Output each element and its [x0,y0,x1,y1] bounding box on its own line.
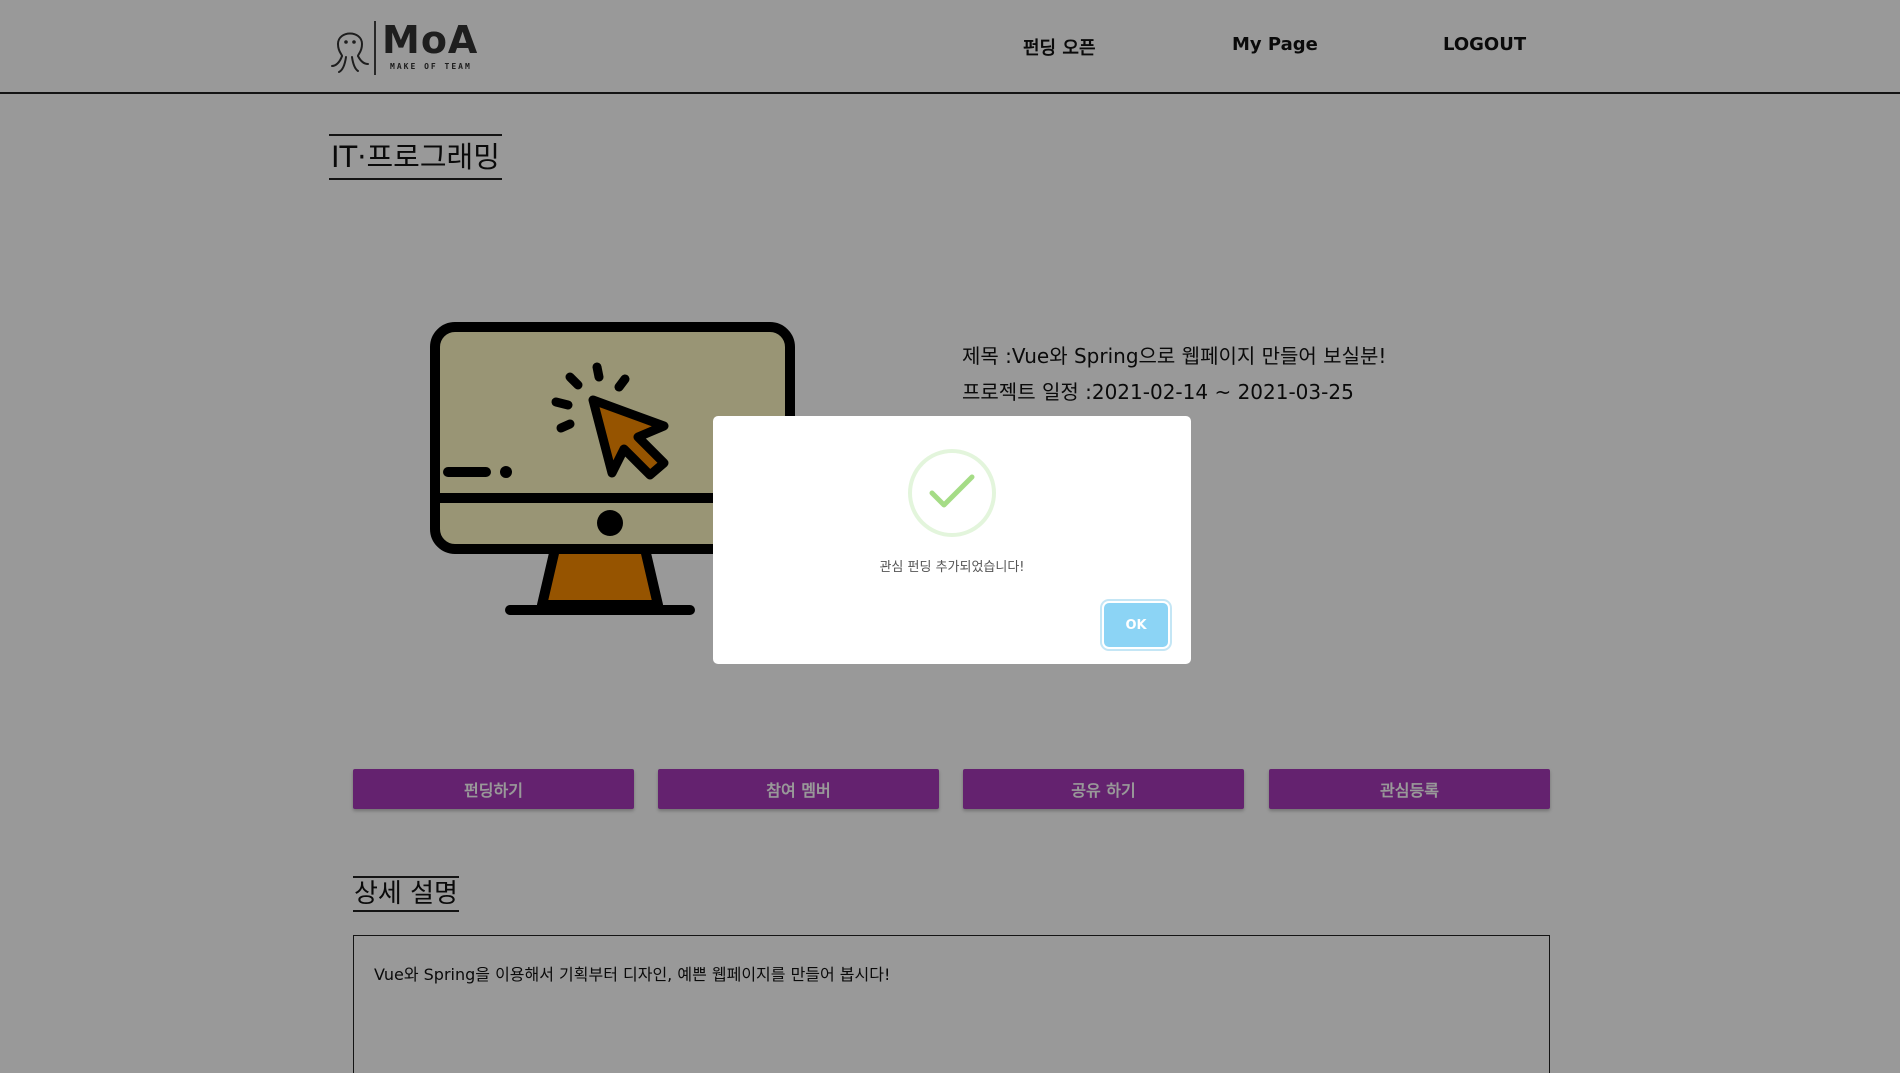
checkmark-icon [929,474,975,508]
ok-button[interactable]: OK [1104,603,1168,647]
success-check-icon [908,449,996,537]
success-dialog: 관심 펀딩 추가되었습니다! OK [713,416,1191,664]
dialog-message: 관심 펀딩 추가되었습니다! [879,560,1025,575]
